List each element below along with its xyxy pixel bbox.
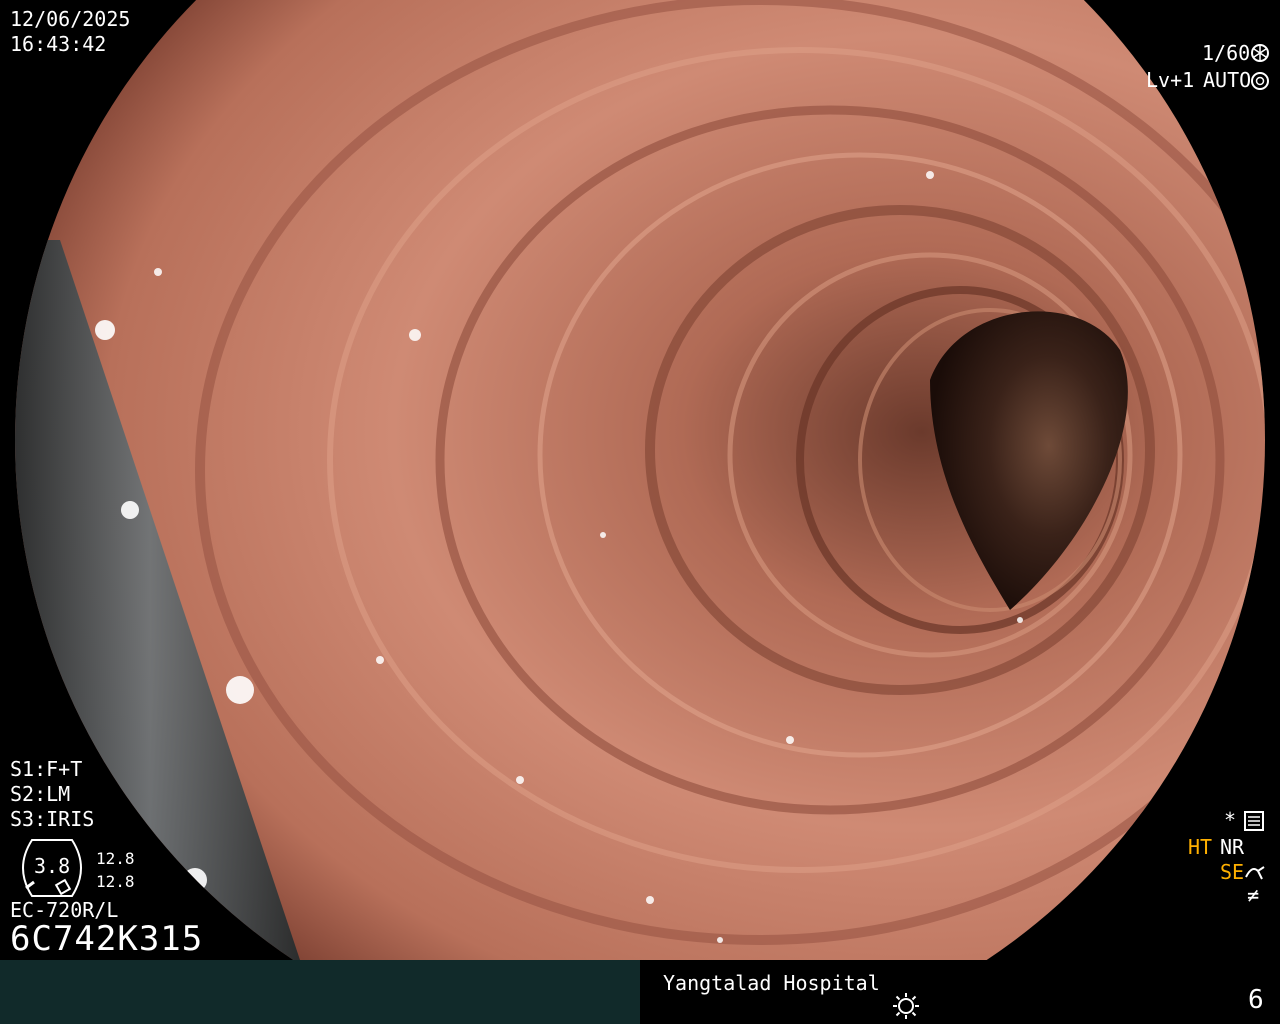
shutter-readout: 1/60 <box>1202 41 1251 65</box>
gauge-side-2: 12.8 <box>96 872 135 891</box>
switch-s3: S3:IRIS <box>10 807 95 831</box>
gauge-value: 3.8 <box>34 854 71 878</box>
scope-serial: 6C742K315 <box>10 919 204 959</box>
endoscope-view <box>0 0 1280 960</box>
se-mark: SE <box>1220 860 1245 884</box>
shutter-icon <box>1251 44 1269 62</box>
gauge-side-1: 12.8 <box>96 849 135 868</box>
date-readout: 12/06/2025 <box>10 7 131 31</box>
settings-icon <box>1244 811 1264 831</box>
colon-lumen-image <box>15 0 1265 960</box>
f-mark: ≠ <box>1247 883 1260 907</box>
hospital-name: Yangtalad Hospital <box>663 971 880 995</box>
iris-icon <box>1251 72 1269 90</box>
star-mark: * <box>1224 808 1237 832</box>
switch-s2: S2:LM <box>10 782 71 806</box>
footer-left-bar <box>0 960 640 1024</box>
level-readout: Lv+1 <box>1146 68 1195 92</box>
brightness-icon <box>893 993 919 1019</box>
time-readout: 16:43:42 <box>10 32 107 56</box>
iris-mode-readout: AUTO <box>1203 68 1252 92</box>
enhance-icon <box>1245 866 1265 880</box>
switch-s1: S1:F+T <box>10 757 83 781</box>
page-number: 6 <box>1248 985 1264 1015</box>
ht-mark: HT <box>1188 835 1213 859</box>
nr-mark: NR <box>1220 835 1245 859</box>
